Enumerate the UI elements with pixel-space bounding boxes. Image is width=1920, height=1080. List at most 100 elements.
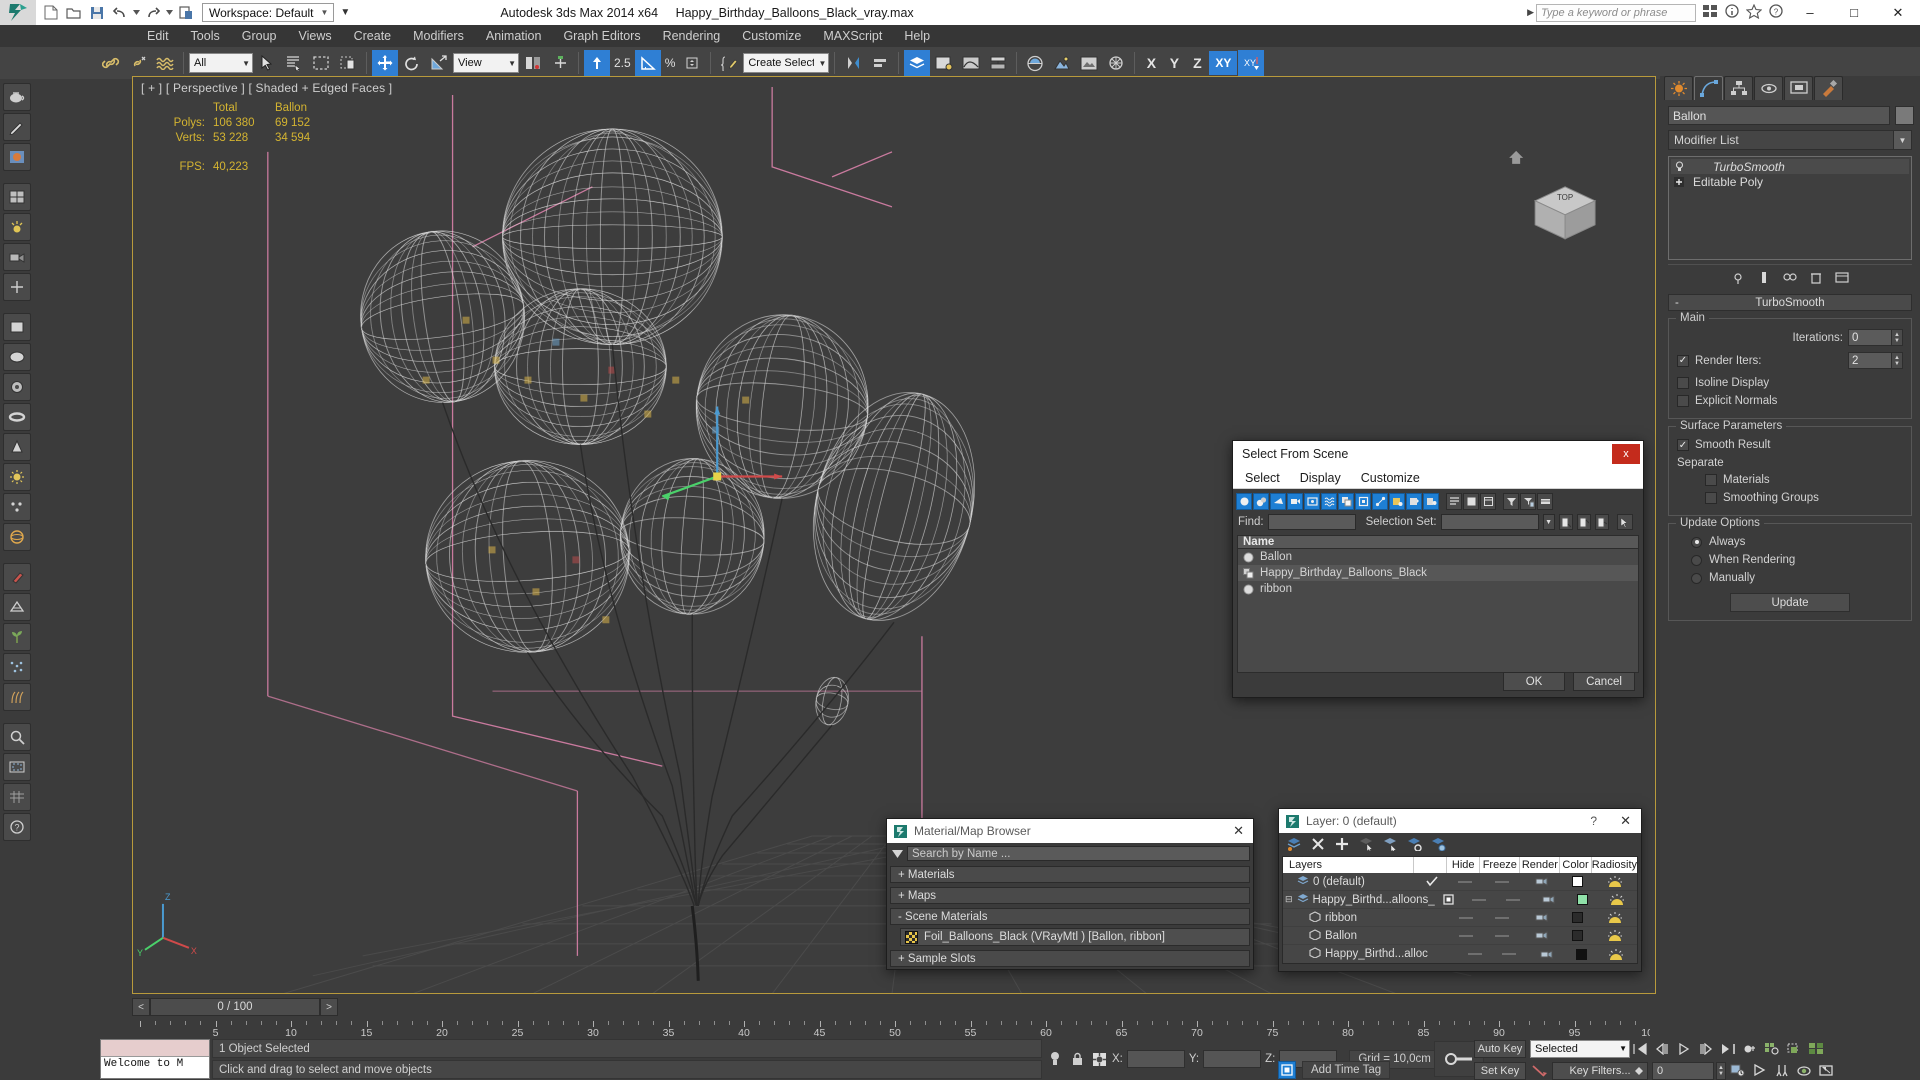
scene-list-column-name[interactable]: Name xyxy=(1237,535,1639,549)
layer-row[interactable]: ⊟ Happy_Birthd...alloons_ xyxy=(1283,891,1637,909)
info-center-icon[interactable] xyxy=(1724,3,1742,22)
help-icon[interactable]: ? xyxy=(1590,814,1597,828)
display-containers-icon[interactable] xyxy=(1406,492,1422,510)
menu-rendering[interactable]: Rendering xyxy=(652,26,732,46)
minimize-button[interactable]: – xyxy=(1788,0,1832,25)
absolute-relative-mode-icon[interactable] xyxy=(1090,1050,1108,1068)
display-cameras-icon[interactable] xyxy=(1287,492,1303,510)
viewport-layout-icon[interactable] xyxy=(2,183,31,211)
layer-row[interactable]: ribbon xyxy=(1283,909,1637,927)
display-all-icon[interactable] xyxy=(1423,492,1439,510)
axis-constraint-y[interactable]: Y xyxy=(1163,51,1185,75)
x-input[interactable] xyxy=(1126,1050,1185,1068)
maximize-viewport-toggle-icon[interactable] xyxy=(1816,1062,1836,1080)
material-editor-icon[interactable] xyxy=(1022,50,1048,76)
undo-icon[interactable] xyxy=(109,2,130,23)
select-set-remove-icon[interactable] xyxy=(1576,514,1591,530)
uv-unwrap-icon[interactable] xyxy=(2,593,31,621)
render-setup-icon[interactable] xyxy=(1049,50,1075,76)
close-icon[interactable]: ✕ xyxy=(1620,813,1631,829)
layer-radiosity-icon[interactable] xyxy=(1597,891,1637,909)
update-manually-radio[interactable]: Manually xyxy=(1677,569,1903,587)
redo-icon[interactable] xyxy=(142,2,163,23)
make-unique-icon[interactable] xyxy=(1782,269,1798,285)
selection-filter-combo[interactable]: All ▼ xyxy=(189,53,253,73)
spinner-arrows-icon[interactable]: ▲ ▼ xyxy=(1892,352,1903,369)
add-selection-icon[interactable] xyxy=(1333,835,1351,853)
curve-editor-icon[interactable] xyxy=(958,50,984,76)
layer-render-toggle[interactable] xyxy=(1522,909,1562,927)
cone-primitive-icon[interactable] xyxy=(2,433,31,461)
align-icon[interactable] xyxy=(867,50,893,76)
layer-freeze-toggle[interactable] xyxy=(1494,891,1531,909)
unlink-selection-icon[interactable] xyxy=(125,50,151,76)
list-view-icon[interactable] xyxy=(1480,492,1496,510)
lightbulb-icon[interactable] xyxy=(1673,161,1685,173)
layer-hide-toggle[interactable] xyxy=(1450,927,1483,945)
layer-current-check[interactable] xyxy=(1417,927,1450,945)
select-highlighted-objects-icon[interactable] xyxy=(1405,835,1423,853)
render-iters-value[interactable]: 2 xyxy=(1848,352,1892,369)
prev-frame-button[interactable]: < xyxy=(132,998,150,1016)
display-geometry-icon[interactable] xyxy=(1236,492,1252,510)
modifier-list-combo[interactable]: Modifier List ▼ xyxy=(1668,130,1912,150)
use-pivot-point-center-icon[interactable] xyxy=(520,50,546,76)
select-and-manipulate-icon[interactable] xyxy=(547,50,573,76)
time-ruler[interactable]: 5 10 15 20 25 30 35 40 45 50 55 60 65 70 75 80 85 90 95 100 xyxy=(140,1018,1650,1040)
viewport-label[interactable]: [ + ] [ Perspective ] [ Shaded + Edged F… xyxy=(141,81,392,95)
show-end-result-icon[interactable] xyxy=(1756,269,1772,285)
layer-freeze-toggle[interactable] xyxy=(1483,927,1523,945)
toggle-scene-explorer-icon[interactable] xyxy=(931,50,957,76)
box-primitive-icon[interactable] xyxy=(2,313,31,341)
helper-tool-icon[interactable] xyxy=(2,273,31,301)
layer-render-toggle[interactable] xyxy=(1528,945,1566,963)
maximize-viewport-icon[interactable] xyxy=(1806,1040,1826,1058)
sfs-menu-select[interactable]: Select xyxy=(1245,471,1280,485)
time-configuration-dialog-icon[interactable] xyxy=(1728,1062,1748,1080)
scene-materials-group-header[interactable]: - Scene Materials xyxy=(890,908,1250,925)
display-space-warps-icon[interactable] xyxy=(1321,492,1337,510)
remove-modifier-icon[interactable] xyxy=(1808,269,1824,285)
rendered-frame-window-icon[interactable] xyxy=(1076,50,1102,76)
maximize-button[interactable]: □ xyxy=(1832,0,1876,25)
select-and-rotate-icon[interactable] xyxy=(399,50,425,76)
layer-color-swatch[interactable] xyxy=(1562,927,1593,945)
search-expand-icon[interactable]: ▶ xyxy=(1527,7,1534,18)
expand-plus-icon[interactable] xyxy=(1673,176,1685,188)
percent-snap-label[interactable]: % xyxy=(662,56,679,70)
display-helpers-icon[interactable] xyxy=(1304,492,1320,510)
axis-constraint-dropdown-icon[interactable]: XY xyxy=(1238,50,1265,76)
tab-hierarchy[interactable] xyxy=(1724,76,1753,100)
menu-create[interactable]: Create xyxy=(343,26,403,46)
ok-button[interactable]: OK xyxy=(1503,672,1565,691)
menu-customize[interactable]: Customize xyxy=(731,26,812,46)
material-search-input[interactable]: Search by Name ... xyxy=(907,846,1250,861)
expand-all-icon[interactable] xyxy=(1446,492,1462,510)
go-to-end-icon[interactable] xyxy=(1718,1040,1738,1058)
layer-render-toggle[interactable] xyxy=(1522,873,1562,891)
hair-fur-icon[interactable] xyxy=(2,683,31,711)
layer-color-swatch[interactable] xyxy=(1562,909,1593,927)
time-tag-toggle-icon[interactable] xyxy=(1278,1061,1296,1079)
display-bones-icon[interactable] xyxy=(1372,492,1388,510)
new-file-icon[interactable] xyxy=(40,2,61,23)
select-layer-objects-icon[interactable] xyxy=(1357,835,1375,853)
menu-tools[interactable]: Tools xyxy=(180,26,231,46)
layer-row[interactable]: Ballon xyxy=(1283,927,1637,945)
select-set-edit-icon[interactable] xyxy=(1594,514,1609,530)
current-frame-display[interactable]: 0 / 100 xyxy=(150,998,320,1016)
paint-tool-icon[interactable] xyxy=(2,563,31,591)
select-object-icon[interactable] xyxy=(175,2,196,23)
layer-render-toggle[interactable] xyxy=(1531,891,1568,909)
add-time-tag-button[interactable]: Add Time Tag xyxy=(1302,1061,1391,1079)
select-by-name-icon[interactable] xyxy=(281,50,307,76)
favorites-star-icon[interactable] xyxy=(1745,3,1764,22)
set-key-button[interactable]: Set Key xyxy=(1474,1061,1526,1080)
question-help-icon[interactable]: ? xyxy=(2,813,31,841)
plant-foliage-icon[interactable] xyxy=(2,623,31,651)
safe-frames-icon[interactable] xyxy=(2,753,31,781)
tab-create[interactable] xyxy=(1664,76,1693,100)
next-frame-icon[interactable] xyxy=(1696,1040,1716,1058)
tab-modify[interactable] xyxy=(1694,76,1723,100)
menu-graph-editors[interactable]: Graph Editors xyxy=(552,26,651,46)
